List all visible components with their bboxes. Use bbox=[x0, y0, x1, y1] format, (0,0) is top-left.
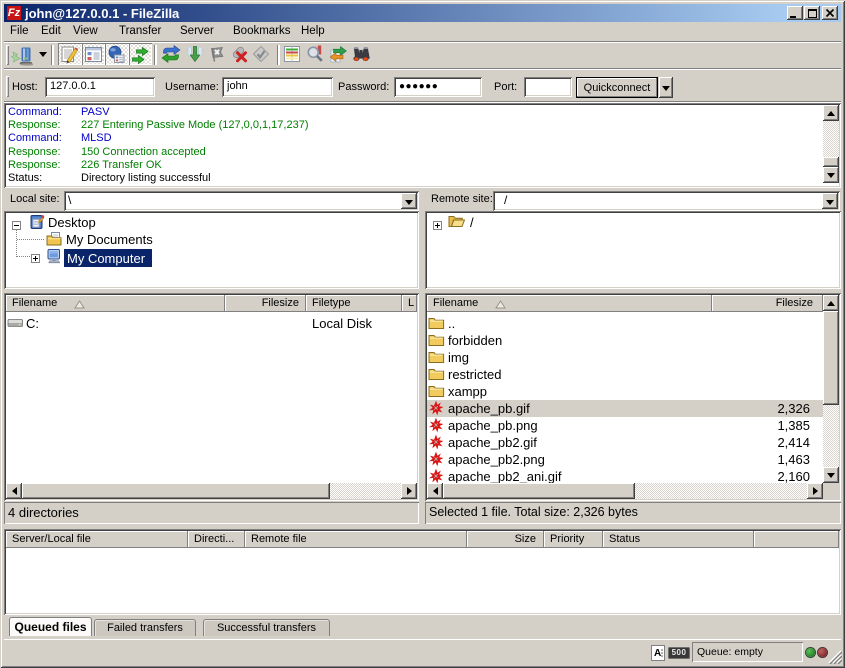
svg-text:A: A bbox=[654, 648, 661, 659]
